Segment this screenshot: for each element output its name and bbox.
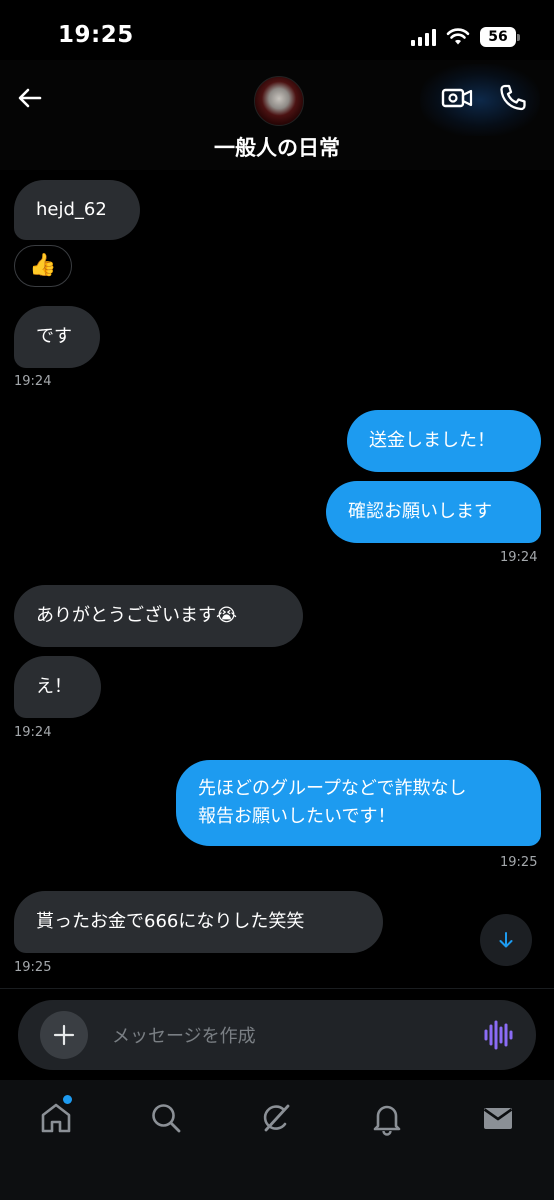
status-icons: 56 (411, 24, 520, 50)
message-bubble-outgoing[interactable]: 確認お願いします (326, 481, 541, 543)
message-bubble-incoming[interactable]: え！ (14, 656, 101, 718)
video-camera-icon[interactable] (440, 82, 474, 114)
bottom-navigation (0, 1080, 554, 1200)
home-icon[interactable] (38, 1100, 74, 1136)
back-arrow-icon[interactable] (14, 82, 46, 114)
status-time: 19:25 (58, 22, 134, 48)
battery-indicator: 56 (480, 27, 520, 47)
voice-waveform-icon[interactable] (480, 1018, 514, 1052)
notification-dot (63, 1095, 72, 1104)
scroll-to-bottom-button[interactable] (480, 914, 532, 966)
message-timestamp: 19:24 (14, 374, 52, 389)
message-bubble-outgoing[interactable]: 送金しました！ (347, 410, 541, 472)
mail-icon[interactable] (480, 1100, 516, 1136)
arrow-down-icon (499, 932, 513, 948)
avatar[interactable] (254, 76, 304, 126)
message-bubble-incoming[interactable]: です (14, 306, 100, 368)
message-timestamp: 19:25 (14, 960, 52, 975)
message-bubble-incoming[interactable]: 貰ったお金で666になりした笑笑 (14, 891, 383, 953)
search-icon[interactable] (148, 1100, 184, 1136)
message-timestamp: 19:25 (500, 855, 538, 870)
add-attachment-button[interactable] (40, 1011, 88, 1059)
message-timestamp: 19:24 (500, 550, 538, 565)
message-timestamp: 19:24 (14, 725, 52, 740)
divider (0, 988, 554, 989)
bell-icon[interactable] (369, 1100, 405, 1136)
wifi-icon (446, 28, 470, 45)
message-bubble-outgoing[interactable]: 先ほどのグループなどで詐欺なし 報告お願いしたいです！ (176, 760, 541, 846)
plus-icon (53, 1024, 75, 1046)
grok-icon[interactable] (258, 1100, 294, 1136)
message-line: 報告お願いしたいです！ (198, 806, 396, 827)
message-line: 先ほどのグループなどで詐欺なし (198, 778, 467, 799)
message-bubble-incoming[interactable]: ありがとうございます😭 (14, 585, 303, 647)
message-input[interactable] (110, 1018, 454, 1054)
signal-icon (411, 28, 436, 46)
chat-title[interactable]: 一般人の日常 (0, 132, 554, 162)
phone-icon[interactable] (496, 82, 530, 114)
message-bubble-incoming[interactable]: hejd_62 (14, 180, 140, 240)
reaction-bubble[interactable]: 👍 (14, 245, 72, 287)
